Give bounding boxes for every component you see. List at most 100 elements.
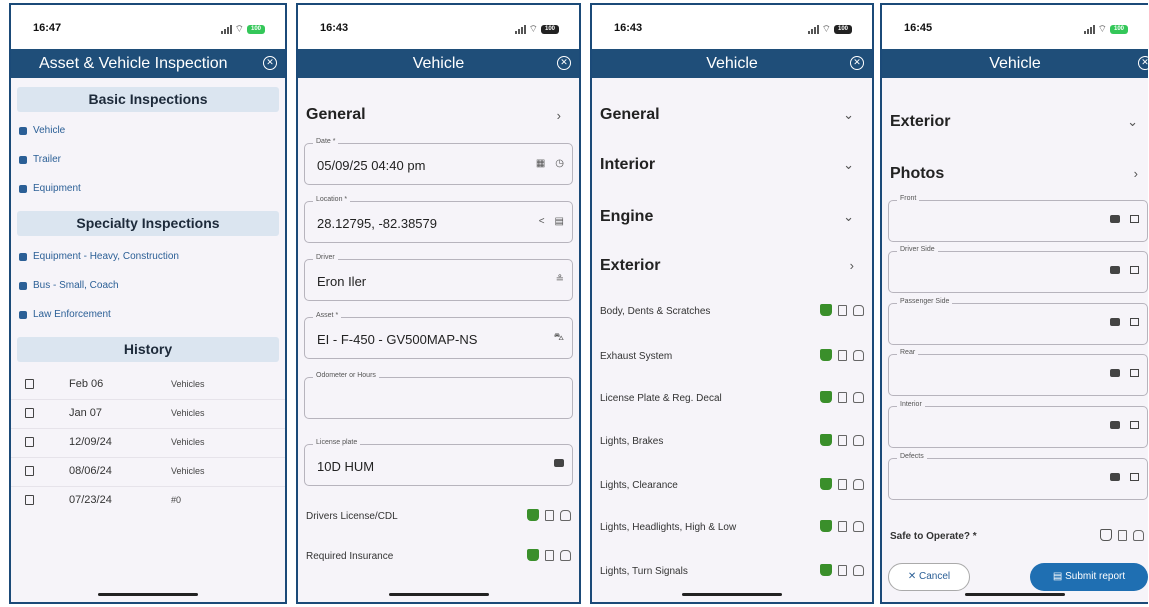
cancel-button[interactable]: ✕ Cancel [888,563,970,591]
nav-item-equipment[interactable]: Equipment [19,183,81,194]
chevron-down-icon[interactable]: ⌄ [1127,114,1138,130]
thumbs-down-icon[interactable] [853,349,864,361]
thumbs-up-icon[interactable] [820,391,832,403]
chevron-down-icon[interactable]: ⌄ [843,107,854,123]
phone-screen-home: 16:47 ⌔ 100 Asset & Vehicle Inspection ✕… [9,3,287,604]
clipboard-icon[interactable] [838,304,847,316]
license-plate-field[interactable]: License plate 10D HUM [304,439,573,486]
gallery-icon[interactable] [1130,266,1139,274]
history-row[interactable]: Feb 06 Vehicles [11,371,285,400]
gallery-icon[interactable] [1130,215,1139,223]
nav-item-heavy-equipment[interactable]: Equipment - Heavy, Construction [19,251,179,262]
car-icon[interactable]: ⛍ [554,332,564,345]
clock-icon[interactable]: ◷ [555,158,564,169]
status-bar: 16:45 ⌔ 100 [882,5,1148,49]
nav-item-law-enforcement[interactable]: Law Enforcement [19,309,111,320]
clipboard-icon[interactable] [545,549,554,561]
nav-item-trailer[interactable]: Trailer [19,154,61,165]
odometer-field[interactable]: Odometer or Hours [304,372,573,419]
clipboard-icon[interactable] [838,520,847,532]
camera-icon[interactable] [1110,318,1120,326]
thumbs-down-icon[interactable] [853,391,864,403]
asset-field[interactable]: Asset * EI - F-450 - GV500MAP-NS ⛍ [304,312,573,359]
submit-report-button[interactable]: ▤ Submit report [1030,563,1148,591]
photo-field-passenger-side[interactable]: Passenger Side [888,298,1148,345]
section-general[interactable]: General [600,106,660,124]
history-row[interactable]: 12/09/24 Vehicles [11,429,285,458]
clipboard-icon[interactable] [838,478,847,490]
section-exterior[interactable]: Exterior [600,257,660,275]
close-icon[interactable]: ✕ [263,56,277,70]
thumbs-up-icon[interactable] [820,304,832,316]
camera-icon[interactable] [1110,473,1120,481]
clipboard-icon[interactable] [838,349,847,361]
clipboard-icon[interactable] [838,391,847,403]
person-icon[interactable]: ≗ [556,274,564,285]
wifi-icon: ⌔ [528,24,538,35]
thumbs-up-icon[interactable] [820,520,832,532]
close-icon[interactable]: ✕ [850,56,864,70]
section-interior[interactable]: Interior [600,156,655,174]
photo-field-interior[interactable]: Interior [888,401,1148,448]
thumbs-up-icon[interactable] [1100,529,1112,541]
driver-field[interactable]: Driver Eron Iler ≗ [304,254,573,301]
chevron-right-icon[interactable]: › [557,108,561,123]
photo-field-defects[interactable]: Defects [888,453,1148,500]
thumbs-up-icon[interactable] [820,478,832,490]
thumbs-up-icon[interactable] [820,434,832,446]
gallery-icon[interactable] [1130,318,1139,326]
camera-icon[interactable] [554,459,564,467]
history-row[interactable]: 07/23/24 #0 [11,487,285,516]
clipboard-icon[interactable] [838,564,847,576]
chevron-down-icon[interactable]: ⌄ [843,209,854,225]
home-indicator [388,593,489,596]
check-row: Lights, Headlights, High & Low [600,518,864,538]
thumbs-down-icon[interactable] [1133,529,1144,541]
section-general[interactable]: General [306,106,366,124]
close-icon[interactable]: ✕ [1138,56,1148,70]
nav-item-bus[interactable]: Bus - Small, Coach [19,280,119,291]
history-row[interactable]: Jan 07 Vehicles [11,400,285,429]
photo-field-driver-side[interactable]: Driver Side [888,246,1148,293]
thumbs-down-icon[interactable] [560,509,571,521]
camera-icon[interactable] [1110,369,1120,377]
nav-item-vehicle[interactable]: Vehicle [19,125,65,136]
calendar-icon[interactable]: ▦ [536,158,545,169]
thumbs-down-icon[interactable] [853,304,864,316]
history-row[interactable]: 08/06/24 Vehicles [11,458,285,487]
chevron-right-icon[interactable]: › [850,258,854,273]
close-icon[interactable]: ✕ [557,56,571,70]
photo-field-front[interactable]: Front [888,195,1148,242]
location-field[interactable]: Location * 28.12795, -82.38579 < ▤ [304,196,573,243]
thumbs-down-icon[interactable] [853,478,864,490]
gallery-icon[interactable] [1130,473,1139,481]
thumbs-down-icon[interactable] [853,520,864,532]
camera-icon[interactable] [1110,215,1120,223]
gallery-icon[interactable] [1130,369,1139,377]
history-type: #0 [171,495,182,505]
section-exterior[interactable]: Exterior [890,113,950,131]
photo-field-rear[interactable]: Rear [888,349,1148,396]
camera-icon[interactable] [1110,421,1120,429]
clipboard-icon[interactable] [838,434,847,446]
thumbs-down-icon[interactable] [560,549,571,561]
thumbs-down-icon[interactable] [853,434,864,446]
chevron-right-icon[interactable]: › [1134,166,1138,181]
section-engine[interactable]: Engine [600,208,653,226]
date-field[interactable]: Date * 05/09/25 04:40 pm ▦ ◷ [304,138,573,185]
section-photos[interactable]: Photos [890,165,944,183]
clipboard-icon[interactable] [1118,529,1127,541]
share-icon[interactable]: < [539,216,545,227]
thumbs-up-icon[interactable] [820,349,832,361]
thumbs-up-icon[interactable] [527,509,539,521]
chevron-down-icon[interactable]: ⌄ [843,157,854,173]
map-icon[interactable]: ▤ [555,216,564,227]
gallery-icon[interactable] [1130,421,1139,429]
thumbs-up-icon[interactable] [820,564,832,576]
thumbs-up-icon[interactable] [527,549,539,561]
section-header-specialty: Specialty Inspections [17,211,279,236]
camera-icon[interactable] [1110,266,1120,274]
thumbs-down-icon[interactable] [853,564,864,576]
clipboard-icon[interactable] [545,509,554,521]
report-icon [25,495,34,505]
